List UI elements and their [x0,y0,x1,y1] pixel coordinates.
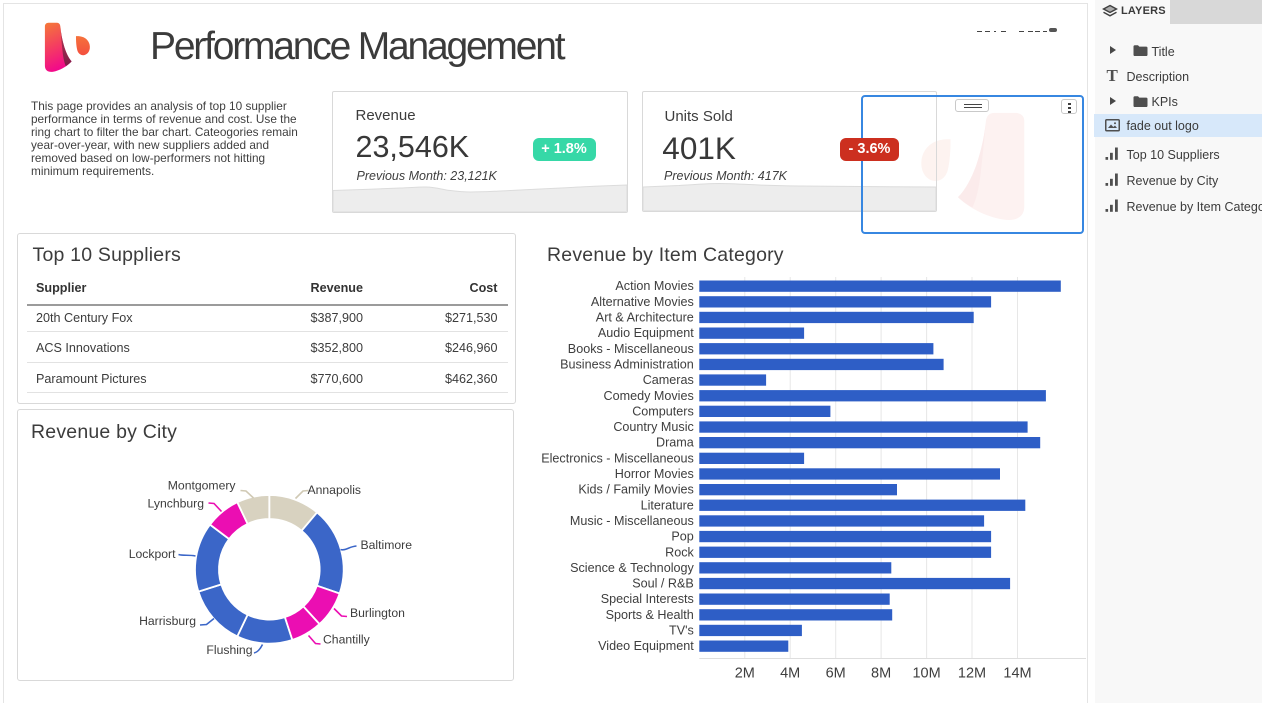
svg-text:Art & Architecture: Art & Architecture [596,311,694,325]
svg-text:4M: 4M [780,666,800,682]
svg-text:Kids / Family Movies: Kids / Family Movies [578,483,693,497]
svg-text:14M: 14M [1003,666,1031,682]
svg-text:Music - Miscellaneous: Music - Miscellaneous [570,514,694,528]
svg-text:12M: 12M [958,666,986,682]
svg-text:Harrisburg: Harrisburg [139,614,196,628]
svg-text:Science & Technology: Science & Technology [570,561,694,575]
svg-text:Montgomery: Montgomery [168,479,237,493]
svg-text:Flushing: Flushing [206,643,252,657]
svg-text:Literature: Literature [641,498,694,512]
svg-text:Comedy Movies: Comedy Movies [604,389,694,403]
svg-text:Drama: Drama [656,436,694,450]
svg-text:Electronics - Miscellaneous: Electronics - Miscellaneous [541,451,694,465]
svg-text:Cameras: Cameras [643,373,694,387]
svg-text:Country Music: Country Music [613,420,693,434]
svg-text:Lockport: Lockport [129,547,176,561]
svg-text:Alternative Movies: Alternative Movies [591,295,694,309]
svg-text:Chantilly: Chantilly [323,633,371,647]
svg-text:Audio Equipment: Audio Equipment [598,326,694,340]
svg-text:Action Movies: Action Movies [615,279,693,293]
svg-text:Rock: Rock [665,545,694,559]
svg-text:Sports & Health: Sports & Health [606,608,694,622]
svg-text:10M: 10M [912,666,940,682]
svg-text:Computers: Computers [632,404,694,418]
svg-text:Soul / R&B: Soul / R&B [632,577,694,591]
svg-text:Lynchburg: Lynchburg [148,497,204,511]
svg-text:8M: 8M [871,666,891,682]
svg-text:Annapolis: Annapolis [308,483,362,497]
svg-text:Special Interests: Special Interests [601,592,694,606]
svg-text:TV's: TV's [669,624,694,638]
svg-text:Pop: Pop [671,530,693,544]
svg-text:Video Equipment: Video Equipment [598,639,694,653]
svg-text:Horror Movies: Horror Movies [615,467,694,481]
svg-text:Baltimore: Baltimore [361,538,413,552]
svg-text:6M: 6M [826,666,846,682]
svg-text:Books - Miscellaneous: Books - Miscellaneous [568,342,694,356]
svg-text:Burlington: Burlington [350,606,405,620]
svg-text:Business Administration: Business Administration [560,358,694,372]
svg-text:2M: 2M [735,666,755,682]
